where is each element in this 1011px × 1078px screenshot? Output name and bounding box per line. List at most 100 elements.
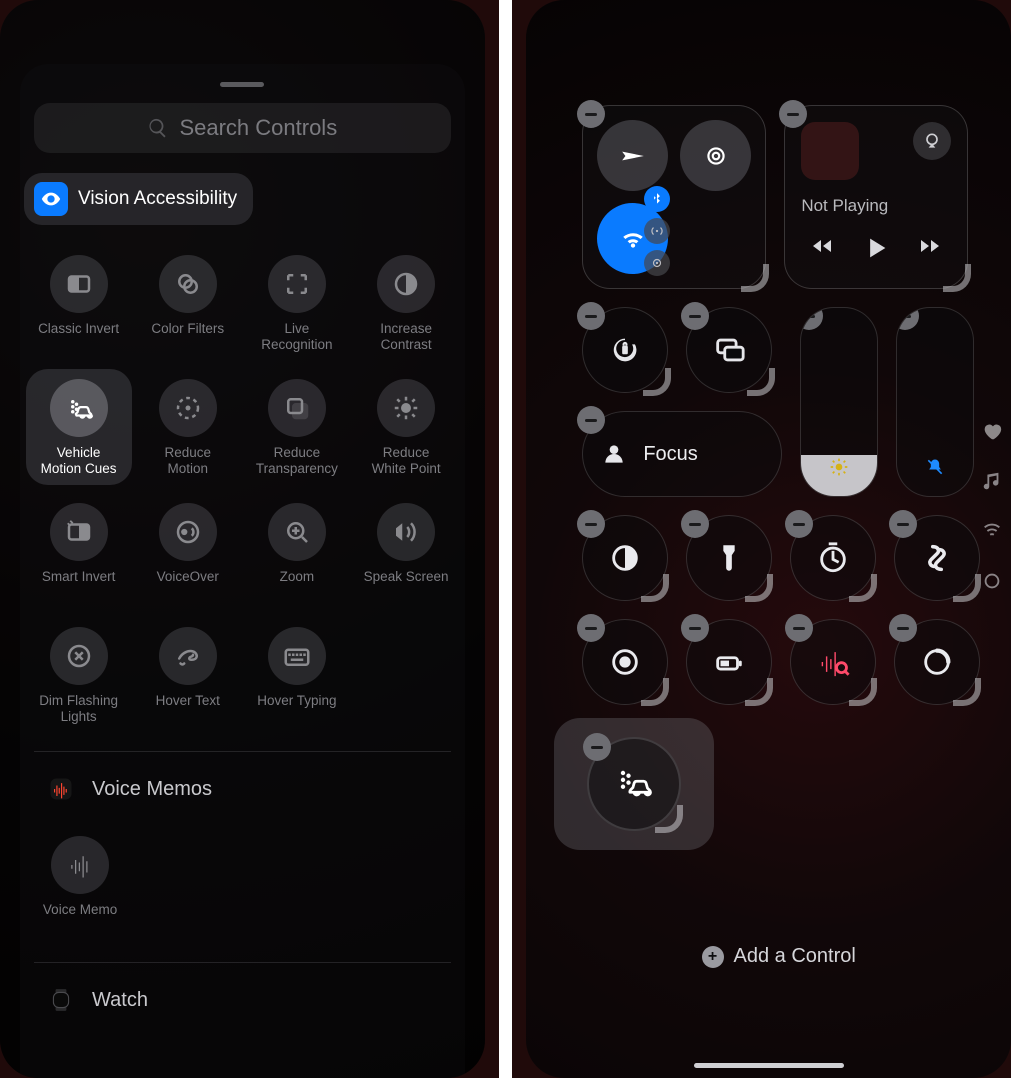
tile-label: Speak Screen [364, 569, 449, 601]
sound-recognition-button[interactable] [790, 619, 876, 705]
bluetooth-toggle[interactable] [644, 186, 670, 212]
tile-label: Hover Text [156, 693, 220, 725]
stopwatch-button[interactable] [894, 619, 980, 705]
tile-reduce-transparency[interactable]: Reduce Transparency [242, 369, 351, 485]
tile-label: Reduce Transparency [256, 445, 338, 477]
resize-handle[interactable] [953, 678, 981, 706]
tile-label: Classic Invert [38, 321, 119, 353]
tile-vehicle-motion-cues[interactable]: Vehicle Motion Cues [24, 369, 133, 485]
resize-handle[interactable] [849, 574, 877, 602]
low-power-mode-button[interactable] [686, 619, 772, 705]
section-title: Vision Accessibility [78, 188, 237, 210]
play-button[interactable] [862, 234, 890, 267]
remove-button[interactable] [577, 510, 605, 538]
forward-button[interactable] [918, 234, 942, 267]
screen-mirroring-button[interactable] [686, 307, 772, 393]
home-indicator[interactable] [694, 1063, 844, 1068]
tile-icon [268, 627, 326, 685]
remove-button[interactable] [681, 510, 709, 538]
remove-button[interactable] [896, 307, 919, 330]
now-playing-platter[interactable]: Not Playing [784, 105, 968, 289]
resize-handle[interactable] [953, 574, 981, 602]
resize-handle[interactable] [849, 678, 877, 706]
airplay-button[interactable] [913, 122, 951, 160]
tile-dim-flashing-lights[interactable]: Dim Flashing Lights [24, 617, 133, 733]
tile-voiceover[interactable]: VoiceOver [133, 493, 242, 609]
volume-slider[interactable] [896, 307, 974, 497]
shazam-button[interactable] [894, 515, 980, 601]
remove-button[interactable] [577, 302, 605, 330]
timer-button[interactable] [790, 515, 876, 601]
remove-button[interactable] [785, 614, 813, 642]
resize-handle[interactable] [741, 264, 769, 292]
sheet-grabber[interactable] [220, 82, 264, 87]
dark-mode-button[interactable] [582, 515, 668, 601]
wifi-toggle[interactable] [597, 203, 668, 274]
resize-handle[interactable] [643, 368, 671, 396]
resize-handle[interactable] [641, 678, 669, 706]
watch-title: Watch [92, 989, 148, 1012]
add-control-button[interactable]: + Add a Control [582, 945, 975, 968]
flashlight-button[interactable] [686, 515, 772, 601]
resize-handle[interactable] [943, 264, 971, 292]
hotspot-toggle[interactable] [644, 250, 670, 276]
waveform-icon [51, 836, 109, 894]
selected-tile-vehicle-motion-cues[interactable] [554, 718, 714, 850]
tile-reduce-white-point[interactable]: Reduce White Point [352, 369, 461, 485]
page-rail [981, 420, 1003, 592]
connectivity-platter[interactable] [582, 105, 766, 289]
tile-smart-invert[interactable]: Smart Invert [24, 493, 133, 609]
orientation-lock-button[interactable] [582, 307, 668, 393]
search-icon [147, 117, 169, 139]
tile-icon [50, 627, 108, 685]
section-header-voice-memos: Voice Memos [20, 766, 465, 812]
right-screenshot: Not Playing [526, 0, 1011, 1078]
heart-icon[interactable] [981, 420, 1003, 442]
tile-voice-memo[interactable]: Voice Memo [26, 826, 134, 942]
resize-handle[interactable] [641, 574, 669, 602]
focus-button[interactable]: Focus [582, 411, 782, 497]
remove-button[interactable] [583, 733, 611, 761]
remove-button[interactable] [681, 302, 709, 330]
airplane-mode-toggle[interactable] [597, 120, 668, 191]
cellular-toggle[interactable] [644, 218, 670, 244]
remove-button[interactable] [889, 510, 917, 538]
rewind-button[interactable] [810, 234, 834, 267]
screen-record-button[interactable] [582, 619, 668, 705]
remove-button[interactable] [681, 614, 709, 642]
tile-icon [268, 379, 326, 437]
remove-button[interactable] [785, 510, 813, 538]
tile-hover-typing[interactable]: Hover Typing [242, 617, 351, 733]
tile-reduce-motion[interactable]: Reduce Motion [133, 369, 242, 485]
tile-increase-contrast[interactable]: Increase Contrast [352, 245, 461, 361]
connectivity-icon[interactable] [981, 520, 1003, 542]
tile-classic-invert[interactable]: Classic Invert [24, 245, 133, 361]
tile-speak-screen[interactable]: Speak Screen [352, 493, 461, 609]
watch-app-icon [44, 983, 78, 1017]
tile-hover-text[interactable]: Hover Text [133, 617, 242, 733]
section-chip[interactable]: Vision Accessibility [24, 173, 253, 225]
controls-row-3 [582, 515, 975, 705]
resize-handle[interactable] [655, 805, 683, 833]
tile-live-recognition[interactable]: Live Recognition [242, 245, 351, 361]
tile-zoom[interactable]: Zoom [242, 493, 351, 609]
vehicle-motion-cues-button[interactable] [587, 737, 681, 831]
voice-memos-title: Voice Memos [92, 778, 212, 801]
music-icon[interactable] [981, 470, 1003, 492]
remove-button[interactable] [577, 100, 605, 128]
resize-handle[interactable] [745, 574, 773, 602]
remove-button[interactable] [577, 406, 605, 434]
resize-handle[interactable] [747, 368, 775, 396]
tile-color-filters[interactable]: Color Filters [133, 245, 242, 361]
brightness-slider[interactable] [800, 307, 878, 497]
resize-handle[interactable] [745, 678, 773, 706]
tile-icon [159, 503, 217, 561]
remove-button[interactable] [577, 614, 605, 642]
tile-label: Increase Contrast [380, 321, 432, 353]
tile-icon [268, 255, 326, 313]
remove-button[interactable] [800, 307, 823, 330]
airdrop-toggle[interactable] [680, 120, 751, 191]
dot-icon[interactable] [981, 570, 1003, 592]
search-input[interactable]: Search Controls [34, 103, 451, 153]
remove-button[interactable] [889, 614, 917, 642]
